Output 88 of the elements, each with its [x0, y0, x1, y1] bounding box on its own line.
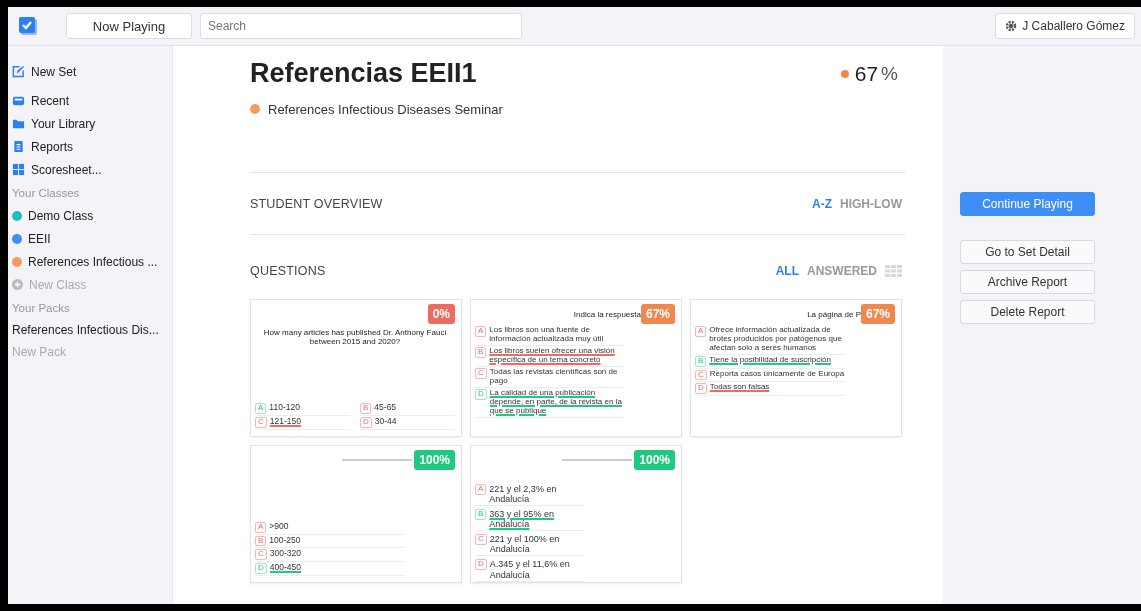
option-text: 300-320 — [269, 549, 301, 559]
option-letter: C — [695, 369, 707, 381]
action-button[interactable]: Go to Set Detail — [960, 240, 1095, 264]
option-text: 30-44 — [374, 417, 397, 427]
question-card[interactable] — [690, 299, 902, 437]
option-letter: C — [475, 534, 487, 546]
tray-icon — [12, 94, 25, 107]
question-text: How many articles has published Dr. Anthony Fauci between 2015 and 2020? — [262, 328, 448, 346]
report-title: Referencias EEII1 — [250, 58, 477, 89]
grid-icon — [12, 163, 25, 176]
action-button[interactable]: Delete Report — [960, 300, 1095, 324]
option-text: 100-250 — [269, 535, 301, 546]
score-unit: % — [881, 62, 898, 85]
class-name: References Infectious Diseases Seminar — [268, 101, 503, 117]
option-text: 121-150 — [269, 417, 301, 427]
option-letter: A — [475, 484, 487, 495]
sidebar-item[interactable]: Your Library — [12, 112, 172, 135]
sidebar-item[interactable]: Reports — [12, 135, 172, 158]
option-text: Los libros son una fuente de información actualizada muy útil — [489, 326, 605, 344]
sidebar-item[interactable]: Recent — [12, 89, 172, 112]
option-letter: A — [695, 326, 707, 337]
option-text: 45-65 — [374, 403, 397, 413]
score-badge: 100% — [414, 450, 455, 470]
option-letter: C — [475, 367, 487, 379]
option-letter: D — [695, 383, 707, 395]
option-letter: D — [255, 563, 267, 574]
option-text: 221 y el 2,3% en Andalucía — [489, 484, 558, 505]
pack-item[interactable]: References Infectious Dis... — [12, 319, 172, 341]
now-playing-button[interactable]: Now Playing — [66, 13, 192, 39]
class-item[interactable]: EEII — [12, 227, 172, 250]
search-field[interactable]: Search — [200, 13, 522, 39]
option-letter: C — [255, 549, 267, 561]
filter-tab[interactable]: ALL — [775, 264, 799, 278]
folder-icon — [12, 117, 25, 130]
option-letter: A — [255, 403, 267, 415]
option-text: A.345 y el 11,6% en Andalucía — [489, 559, 571, 580]
section-heading: Your Packs — [12, 300, 71, 316]
section-heading: STUDENT OVERVIEW — [250, 196, 383, 211]
document-icon — [12, 140, 25, 153]
class-item[interactable]: References Infectious ... — [12, 250, 172, 273]
score-badge: 67% — [860, 304, 895, 324]
option-letter: B — [695, 355, 707, 367]
question-card[interactable]: 100% A 221 y el 2,3% en Andalucía B 363 y el 95% en Andalucía C 221 y el 100% en Andalucía D A.345 y el 11,6% en Andalucía — [470, 445, 682, 583]
option-letter: B — [475, 346, 487, 358]
action-button[interactable]: Archive Report — [960, 270, 1095, 294]
option-letter: C — [255, 417, 267, 428]
option-letter: D — [475, 388, 487, 400]
option-text: 221 y el 100% en Andalucía — [489, 534, 561, 555]
score-badge: 0% — [427, 304, 455, 324]
sidebar-item[interactable]: Scoresheet... — [12, 158, 172, 181]
sort-tab[interactable]: A-Z — [812, 196, 832, 211]
sidebar-item[interactable]: New Set — [12, 60, 172, 83]
section-heading: QUESTIONS — [250, 264, 326, 278]
option-letter: B — [475, 509, 487, 520]
score-value: 67 — [854, 61, 879, 86]
option-text: Los libros suelen ofrecer una visión específica de un tema concreto — [489, 346, 616, 365]
user-menu-button[interactable]: J Caballero Gómez — [995, 13, 1135, 39]
illegible-question-line — [562, 459, 633, 461]
option-text: Reporta casos únicamente de Europa — [709, 369, 845, 379]
option-text: Todas las revistas científicas son de pago — [489, 367, 619, 386]
question-card[interactable] — [470, 299, 682, 437]
question-text: Indica la respuesta — [573, 309, 641, 319]
option-letter: D — [360, 417, 372, 428]
plus-icon — [12, 279, 23, 290]
question-card[interactable]: How many articles has published Dr. Anthony Fauci between 2015 and 2020? 0% A 110-120 B 45-65 C 121-150 D 30-44 — [250, 299, 462, 437]
section-heading: Your Classes — [12, 185, 81, 201]
option-text: Ofrece información actualizada de brotes producidos por patógenos que afectan solo a seres humanos — [709, 326, 843, 353]
class-item[interactable]: Demo Class — [12, 204, 172, 227]
checkbox-logo-icon[interactable] — [18, 16, 38, 36]
option-text: Tiene la posibilidad de suscripción — [709, 355, 831, 365]
option-letter: A — [475, 326, 487, 337]
option-text: Todas son falsas — [709, 383, 770, 393]
option-letter: A — [255, 521, 267, 533]
option-text: La calidad de una publicación depende, en parte, de la revista en la que se publique — [489, 388, 623, 416]
edit-icon — [12, 65, 25, 78]
question-text: La página de P — [807, 309, 861, 319]
option-text: 363 y el 95% en Andalucía — [489, 509, 555, 530]
gear-icon — [1005, 20, 1018, 32]
option-text: 110-120 — [269, 403, 300, 413]
option-letter: D — [475, 559, 487, 571]
option-text: >900 — [269, 521, 289, 532]
option-text: 400-450 — [269, 563, 301, 573]
illegible-question-line — [342, 459, 413, 461]
option-letter: B — [255, 535, 267, 547]
question-card[interactable]: 100% A >900 B 100-250 C 300-320 D 400-450 — [250, 445, 462, 583]
score-badge: 67% — [640, 304, 675, 324]
option-letter: B — [360, 403, 372, 415]
score-badge: 100% — [634, 450, 675, 470]
